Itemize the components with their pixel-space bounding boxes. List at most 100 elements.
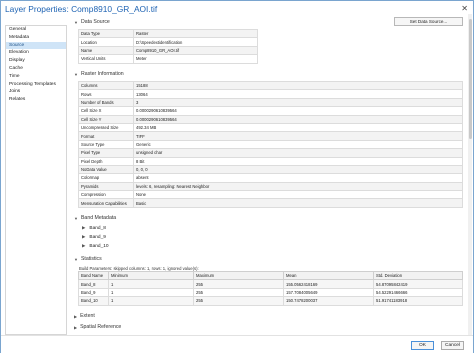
column-header-std-deviation[interactable]: Std. Deviation (373, 270, 463, 281)
property-value: D:\Speedextidentification (133, 37, 258, 47)
sidebar-item-display[interactable]: Display (6, 57, 66, 65)
property-value: 0.0000290610839564 (133, 106, 463, 116)
table-row: Source Type Generic (78, 139, 463, 150)
property-value: unsigned char (133, 148, 463, 158)
chevron-right-icon: ▶ (82, 225, 86, 230)
extent-section-header[interactable]: ▶ Extent (74, 313, 95, 319)
sidebar-item-metadata[interactable]: Metadata (6, 34, 66, 42)
property-key: Location (78, 37, 134, 47)
vertical-scrollbar[interactable] (468, 14, 472, 335)
property-key: Mensuration Capabilities (78, 198, 134, 208)
band-label: Band_10 (89, 243, 109, 249)
table-row: Number of Bands 3 (78, 97, 463, 108)
mean-cell: 157.7084005649 (283, 287, 374, 298)
maximum-cell: 255 (193, 296, 284, 306)
sidebar-item-elevation[interactable]: Elevation (6, 49, 66, 57)
section-title: Band Metadata (80, 215, 117, 221)
property-value: 3 (133, 97, 463, 108)
std-deviation-cell: 54.52291466666 (373, 287, 463, 298)
data-source-table: Data Type Raster Location D:\Speedextident… (78, 28, 258, 64)
property-value: 0.0000290610839564 (133, 114, 463, 124)
section-title: Raster Information (80, 71, 124, 77)
band-item-band-9[interactable]: ▶ Band_9 (82, 234, 106, 240)
std-deviation-cell: 54.87095842419 (373, 279, 463, 289)
section-title: Statistics (80, 256, 102, 262)
sidebar-item-relates[interactable]: Relates (6, 96, 66, 104)
minimum-cell: 1 (108, 287, 194, 298)
table-row: Pixel Depth 8 Bit (78, 156, 463, 166)
band-label: Band_9 (89, 234, 106, 240)
property-key: Number of Bands (78, 97, 134, 108)
band-item-band-10[interactable]: ▶ Band_10 (82, 243, 109, 249)
sidebar-item-cache[interactable]: Cache (6, 65, 66, 73)
sidebar-item-source[interactable]: Source (6, 41, 66, 50)
mean-cell: 150.7478200037 (283, 296, 374, 306)
cancel-button[interactable]: Cancel (441, 341, 464, 350)
table-row: NoData Value 0, 0, 0 (78, 164, 463, 175)
column-header-mean[interactable]: Mean (283, 270, 374, 281)
property-key: Format (78, 131, 134, 141)
band-name-cell: Band_10 (78, 296, 109, 306)
table-row: Colormap absent (78, 173, 463, 183)
property-value: levels: 6, resampling: Nearest Neighbor (133, 181, 463, 192)
sidebar-item-joins[interactable]: Joins (6, 88, 66, 96)
column-header-maximum[interactable]: Maximum (193, 270, 284, 281)
property-value: 0, 0, 0 (133, 164, 463, 175)
section-title: Spatial Reference (80, 324, 122, 330)
statistics-table: Band Name Minimum Maximum Mean Std. Devi… (78, 270, 463, 306)
property-key: Vertical Units (78, 54, 134, 64)
table-row: Cell Size X 0.0000290610839564 (78, 106, 463, 116)
statistics-section-header[interactable]: ▼ Statistics (74, 256, 102, 262)
collapse-triangle-icon: ▼ (74, 215, 78, 221)
property-value: 15188 (133, 80, 463, 91)
minimum-cell: 1 (108, 279, 194, 289)
section-title: Extent (80, 313, 95, 319)
column-header-minimum[interactable]: Minimum (108, 270, 194, 281)
set-data-source-button[interactable]: Set Data Source... (394, 17, 463, 26)
expand-triangle-icon: ▶ (74, 313, 78, 319)
property-value: Raster (133, 28, 258, 39)
property-value: Basic (133, 198, 463, 208)
table-header-row: Band Name Minimum Maximum Mean Std. Devi… (78, 270, 463, 281)
data-source-section-header[interactable]: ▼ Data Source (74, 19, 110, 25)
property-value: None (133, 190, 463, 200)
property-value: TIFF (133, 131, 463, 141)
close-icon[interactable]: ✕ (461, 4, 468, 13)
property-key: Pixel Type (78, 148, 134, 158)
table-row: Mensuration Capabilities Basic (78, 198, 463, 208)
property-key: Columns (78, 80, 134, 91)
window-title: Layer Properties: Comp8910_GR_AOI.tif (5, 4, 158, 14)
band-item-band-8[interactable]: ▶ Band_8 (82, 225, 106, 231)
property-value: Meter (133, 54, 258, 64)
band-metadata-section-header[interactable]: ▼ Band Metadata (74, 215, 116, 221)
maximum-cell: 255 (193, 287, 284, 298)
property-value: 13064 (133, 89, 463, 99)
maximum-cell: 255 (193, 279, 284, 289)
spatial-reference-section-header[interactable]: ▶ Spatial Reference (74, 324, 121, 330)
ok-button[interactable]: OK (411, 341, 434, 350)
property-key: Pyramids (78, 181, 134, 192)
collapse-triangle-icon: ▼ (74, 19, 78, 25)
column-header-band-name[interactable]: Band Name (78, 270, 109, 281)
std-deviation-cell: 51.91741183918 (373, 296, 463, 306)
dialog-footer: OK Cancel (1, 335, 473, 353)
raster-information-section-header[interactable]: ▼ Raster Information (74, 71, 124, 77)
table-row: Uncompressed Size 492.34 MB (78, 122, 463, 133)
band-name-cell: Band_8 (78, 279, 109, 289)
band-label: Band_8 (89, 225, 106, 231)
property-key: Uncompressed Size (78, 122, 134, 133)
chevron-right-icon: ▶ (82, 234, 86, 239)
table-row: Format TIFF (78, 131, 463, 141)
property-value: Generic (133, 139, 463, 150)
collapse-triangle-icon: ▼ (74, 71, 78, 77)
sidebar-item-time[interactable]: Time (6, 73, 66, 81)
sidebar-item-processing-templates[interactable]: Processing Templates (6, 81, 66, 89)
table-row: Rows 13064 (78, 89, 463, 99)
sidebar-item-general[interactable]: General (6, 26, 66, 34)
property-key: Data Type (78, 28, 134, 39)
scrollbar-thumb[interactable] (468, 19, 472, 139)
property-key: Cell Size Y (78, 114, 134, 124)
property-key: Rows (78, 89, 134, 99)
source-panel: ▼ Data Source Set Data Source... Data Ty… (70, 14, 470, 335)
table-row: Columns 15188 (78, 80, 463, 91)
